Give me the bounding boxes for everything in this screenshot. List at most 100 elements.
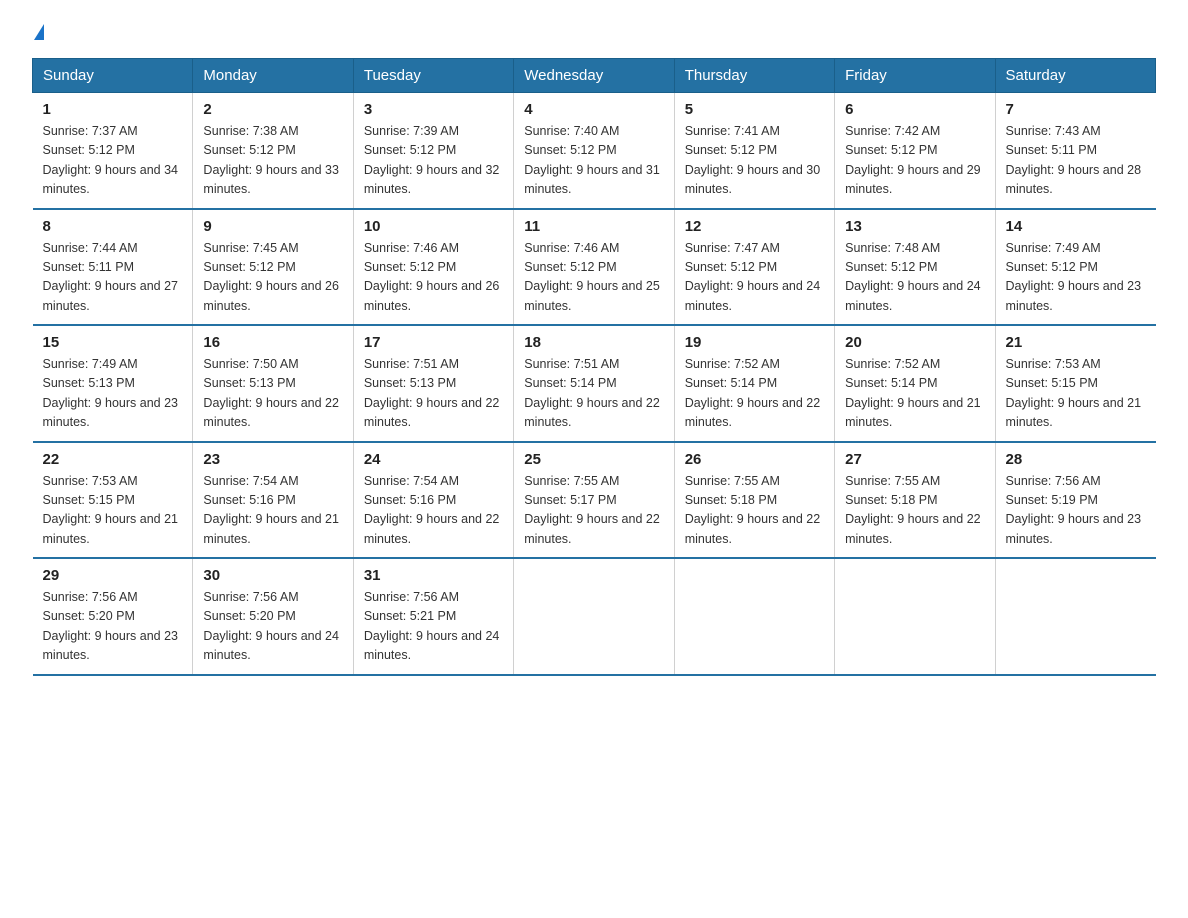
calendar-cell <box>835 558 995 675</box>
day-number: 14 <box>1006 218 1146 235</box>
calendar-cell: 2 Sunrise: 7:38 AMSunset: 5:12 PMDayligh… <box>193 93 353 209</box>
day-number: 7 <box>1006 101 1146 118</box>
calendar-week-row: 1 Sunrise: 7:37 AMSunset: 5:12 PMDayligh… <box>33 93 1156 209</box>
calendar-cell: 9 Sunrise: 7:45 AMSunset: 5:12 PMDayligh… <box>193 209 353 326</box>
day-number: 13 <box>845 218 984 235</box>
calendar-cell: 15 Sunrise: 7:49 AMSunset: 5:13 PMDaylig… <box>33 325 193 442</box>
calendar-cell: 18 Sunrise: 7:51 AMSunset: 5:14 PMDaylig… <box>514 325 674 442</box>
day-info: Sunrise: 7:46 AMSunset: 5:12 PMDaylight:… <box>364 241 500 313</box>
calendar-cell: 20 Sunrise: 7:52 AMSunset: 5:14 PMDaylig… <box>835 325 995 442</box>
header-day-friday: Friday <box>835 59 995 93</box>
day-number: 16 <box>203 334 342 351</box>
day-info: Sunrise: 7:47 AMSunset: 5:12 PMDaylight:… <box>685 241 821 313</box>
day-info: Sunrise: 7:53 AMSunset: 5:15 PMDaylight:… <box>1006 357 1142 429</box>
day-info: Sunrise: 7:38 AMSunset: 5:12 PMDaylight:… <box>203 124 339 196</box>
day-number: 27 <box>845 451 984 468</box>
calendar-cell: 29 Sunrise: 7:56 AMSunset: 5:20 PMDaylig… <box>33 558 193 675</box>
day-number: 15 <box>43 334 183 351</box>
day-number: 4 <box>524 101 663 118</box>
calendar-cell: 11 Sunrise: 7:46 AMSunset: 5:12 PMDaylig… <box>514 209 674 326</box>
day-number: 31 <box>364 567 503 584</box>
day-number: 19 <box>685 334 824 351</box>
header-day-tuesday: Tuesday <box>353 59 513 93</box>
calendar-cell: 25 Sunrise: 7:55 AMSunset: 5:17 PMDaylig… <box>514 442 674 559</box>
day-info: Sunrise: 7:52 AMSunset: 5:14 PMDaylight:… <box>845 357 981 429</box>
day-info: Sunrise: 7:42 AMSunset: 5:12 PMDaylight:… <box>845 124 981 196</box>
calendar-cell: 6 Sunrise: 7:42 AMSunset: 5:12 PMDayligh… <box>835 93 995 209</box>
day-number: 18 <box>524 334 663 351</box>
day-info: Sunrise: 7:54 AMSunset: 5:16 PMDaylight:… <box>203 474 339 546</box>
day-number: 28 <box>1006 451 1146 468</box>
day-number: 1 <box>43 101 183 118</box>
day-number: 25 <box>524 451 663 468</box>
day-number: 20 <box>845 334 984 351</box>
calendar-body: 1 Sunrise: 7:37 AMSunset: 5:12 PMDayligh… <box>33 93 1156 675</box>
day-number: 8 <box>43 218 183 235</box>
day-info: Sunrise: 7:49 AMSunset: 5:12 PMDaylight:… <box>1006 241 1142 313</box>
calendar-cell: 21 Sunrise: 7:53 AMSunset: 5:15 PMDaylig… <box>995 325 1155 442</box>
logo-arrow-icon <box>34 24 44 40</box>
calendar-week-row: 15 Sunrise: 7:49 AMSunset: 5:13 PMDaylig… <box>33 325 1156 442</box>
day-info: Sunrise: 7:50 AMSunset: 5:13 PMDaylight:… <box>203 357 339 429</box>
header-row: SundayMondayTuesdayWednesdayThursdayFrid… <box>33 59 1156 93</box>
header-day-monday: Monday <box>193 59 353 93</box>
day-info: Sunrise: 7:53 AMSunset: 5:15 PMDaylight:… <box>43 474 179 546</box>
calendar-cell: 1 Sunrise: 7:37 AMSunset: 5:12 PMDayligh… <box>33 93 193 209</box>
calendar-cell: 12 Sunrise: 7:47 AMSunset: 5:12 PMDaylig… <box>674 209 834 326</box>
day-info: Sunrise: 7:52 AMSunset: 5:14 PMDaylight:… <box>685 357 821 429</box>
day-info: Sunrise: 7:37 AMSunset: 5:12 PMDaylight:… <box>43 124 179 196</box>
calendar-cell: 22 Sunrise: 7:53 AMSunset: 5:15 PMDaylig… <box>33 442 193 559</box>
calendar-cell: 3 Sunrise: 7:39 AMSunset: 5:12 PMDayligh… <box>353 93 513 209</box>
calendar-week-row: 29 Sunrise: 7:56 AMSunset: 5:20 PMDaylig… <box>33 558 1156 675</box>
calendar-cell: 28 Sunrise: 7:56 AMSunset: 5:19 PMDaylig… <box>995 442 1155 559</box>
day-info: Sunrise: 7:46 AMSunset: 5:12 PMDaylight:… <box>524 241 660 313</box>
calendar-header: SundayMondayTuesdayWednesdayThursdayFrid… <box>33 59 1156 93</box>
day-info: Sunrise: 7:48 AMSunset: 5:12 PMDaylight:… <box>845 241 981 313</box>
day-number: 24 <box>364 451 503 468</box>
calendar-cell: 10 Sunrise: 7:46 AMSunset: 5:12 PMDaylig… <box>353 209 513 326</box>
day-number: 6 <box>845 101 984 118</box>
day-info: Sunrise: 7:49 AMSunset: 5:13 PMDaylight:… <box>43 357 179 429</box>
day-info: Sunrise: 7:56 AMSunset: 5:20 PMDaylight:… <box>203 590 339 662</box>
day-info: Sunrise: 7:55 AMSunset: 5:18 PMDaylight:… <box>685 474 821 546</box>
day-number: 26 <box>685 451 824 468</box>
calendar-cell: 19 Sunrise: 7:52 AMSunset: 5:14 PMDaylig… <box>674 325 834 442</box>
day-number: 11 <box>524 218 663 235</box>
calendar-cell: 5 Sunrise: 7:41 AMSunset: 5:12 PMDayligh… <box>674 93 834 209</box>
day-number: 30 <box>203 567 342 584</box>
day-info: Sunrise: 7:45 AMSunset: 5:12 PMDaylight:… <box>203 241 339 313</box>
day-info: Sunrise: 7:41 AMSunset: 5:12 PMDaylight:… <box>685 124 821 196</box>
calendar-week-row: 8 Sunrise: 7:44 AMSunset: 5:11 PMDayligh… <box>33 209 1156 326</box>
header-day-saturday: Saturday <box>995 59 1155 93</box>
day-number: 21 <box>1006 334 1146 351</box>
calendar-cell: 8 Sunrise: 7:44 AMSunset: 5:11 PMDayligh… <box>33 209 193 326</box>
day-info: Sunrise: 7:43 AMSunset: 5:11 PMDaylight:… <box>1006 124 1142 196</box>
day-info: Sunrise: 7:51 AMSunset: 5:13 PMDaylight:… <box>364 357 500 429</box>
day-number: 12 <box>685 218 824 235</box>
calendar-cell: 31 Sunrise: 7:56 AMSunset: 5:21 PMDaylig… <box>353 558 513 675</box>
calendar-cell: 30 Sunrise: 7:56 AMSunset: 5:20 PMDaylig… <box>193 558 353 675</box>
calendar-cell: 17 Sunrise: 7:51 AMSunset: 5:13 PMDaylig… <box>353 325 513 442</box>
day-info: Sunrise: 7:56 AMSunset: 5:20 PMDaylight:… <box>43 590 179 662</box>
day-info: Sunrise: 7:56 AMSunset: 5:19 PMDaylight:… <box>1006 474 1142 546</box>
day-number: 23 <box>203 451 342 468</box>
day-info: Sunrise: 7:55 AMSunset: 5:17 PMDaylight:… <box>524 474 660 546</box>
day-info: Sunrise: 7:55 AMSunset: 5:18 PMDaylight:… <box>845 474 981 546</box>
day-number: 9 <box>203 218 342 235</box>
day-number: 5 <box>685 101 824 118</box>
calendar-cell: 13 Sunrise: 7:48 AMSunset: 5:12 PMDaylig… <box>835 209 995 326</box>
day-info: Sunrise: 7:39 AMSunset: 5:12 PMDaylight:… <box>364 124 500 196</box>
header-day-wednesday: Wednesday <box>514 59 674 93</box>
day-info: Sunrise: 7:40 AMSunset: 5:12 PMDaylight:… <box>524 124 660 196</box>
calendar-cell <box>995 558 1155 675</box>
day-number: 2 <box>203 101 342 118</box>
calendar-cell: 7 Sunrise: 7:43 AMSunset: 5:11 PMDayligh… <box>995 93 1155 209</box>
calendar-cell: 14 Sunrise: 7:49 AMSunset: 5:12 PMDaylig… <box>995 209 1155 326</box>
logo <box>32 24 44 40</box>
calendar-cell: 24 Sunrise: 7:54 AMSunset: 5:16 PMDaylig… <box>353 442 513 559</box>
day-number: 3 <box>364 101 503 118</box>
calendar-cell <box>514 558 674 675</box>
page-header <box>32 24 1156 40</box>
day-number: 10 <box>364 218 503 235</box>
calendar-cell: 4 Sunrise: 7:40 AMSunset: 5:12 PMDayligh… <box>514 93 674 209</box>
